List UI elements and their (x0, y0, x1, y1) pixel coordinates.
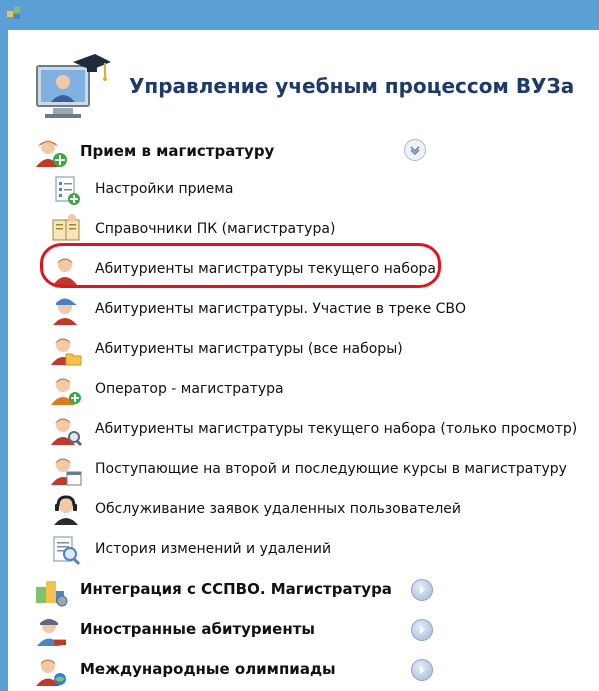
menu-item-admission-settings[interactable]: Настройки приема (50, 173, 590, 207)
expand-chevron-icon[interactable] (411, 659, 433, 681)
menu-item-label: Справочники ПК (магистратура) (95, 221, 336, 237)
group-sspvo-integration[interactable]: Интеграция с ССПВО. Магистратура (34, 571, 454, 609)
menu-item-label: Абитуриенты магистратуры (все наборы) (95, 341, 403, 357)
group-label: Иностранные абитуриенты (80, 620, 315, 638)
applicant-icon (53, 258, 77, 285)
integration-icon (36, 581, 68, 607)
menu-item-label: Поступающие на второй и последующие курс… (95, 461, 567, 477)
history-search-icon (53, 536, 81, 566)
expand-chevron-icon[interactable] (411, 619, 433, 641)
group-international-olympiads[interactable]: Международные олимпиады (34, 651, 454, 689)
app-title: Управление учебным процессом ВУЗа (129, 74, 575, 98)
operator-add-icon (51, 378, 81, 405)
main-panel: Управление учебным процессом ВУЗа Прием … (8, 30, 599, 691)
applicant-calendar-icon (51, 458, 82, 486)
menu-item-change-history[interactable]: История изменений и удалений (50, 533, 590, 567)
menu-item-label: Абитуриенты магистратуры текущего набора… (95, 421, 578, 437)
menu-item-all-applicants[interactable]: Абитуриенты магистратуры (все наборы) (50, 333, 590, 367)
menu-item-current-applicants[interactable]: Абитуриенты магистратуры текущего набора (50, 253, 590, 287)
collapse-chevron-icon[interactable] (404, 139, 426, 161)
menu-item-reference-books[interactable]: Справочники ПК (магистратура) (50, 213, 590, 247)
group-admission-masters[interactable]: Прием в магистратуру (34, 133, 454, 171)
group-foreign-applicants[interactable]: Иностранные абитуриенты (34, 611, 454, 649)
graduate-monitor-logo-icon (36, 54, 111, 118)
menu-item-label: История изменений и удалений (95, 541, 332, 557)
menu-item-operator-masters[interactable]: Оператор - магистратура (50, 373, 590, 407)
menu-item-second-course-applicants[interactable]: Поступающие на второй и последующие курс… (50, 453, 590, 487)
menu-item-current-applicants-readonly[interactable]: Абитуриенты магистратуры текущего набора… (50, 413, 590, 447)
headset-user-icon (54, 495, 78, 525)
group-label: Прием в магистратуру (80, 142, 275, 160)
app-window-icon[interactable] (6, 5, 22, 21)
user-add-group-icon (36, 140, 67, 167)
applicant-cap-icon (53, 298, 77, 325)
expand-chevron-icon[interactable] (411, 579, 433, 601)
menu-item-label: Абитуриенты магистратуры текущего набора (95, 261, 436, 277)
applicant-folder-icon (51, 338, 82, 366)
menu-item-label: Настройки приема (95, 181, 234, 197)
olympiad-icon (36, 659, 66, 686)
group-label: Интеграция с ССПВО. Магистратура (80, 580, 392, 598)
menu-item-svo-track-applicants[interactable]: Абитуриенты магистратуры. Участие в трек… (50, 293, 590, 327)
applicant-search-icon (51, 418, 82, 446)
menu-item-remote-requests[interactable]: Обслуживание заявок удаленных пользовате… (50, 493, 590, 527)
menu-item-label: Обслуживание заявок удаленных пользовате… (95, 501, 461, 517)
window-titlebar (0, 0, 599, 30)
group-label: Международные олимпиады (80, 660, 336, 678)
menu-item-label: Абитуриенты магистратуры. Участие в трек… (95, 301, 467, 317)
settings-list-icon (55, 176, 80, 205)
foreign-applicant-icon (37, 619, 66, 646)
menu-item-label: Оператор - магистратура (95, 381, 284, 397)
reference-books-icon (52, 214, 80, 241)
